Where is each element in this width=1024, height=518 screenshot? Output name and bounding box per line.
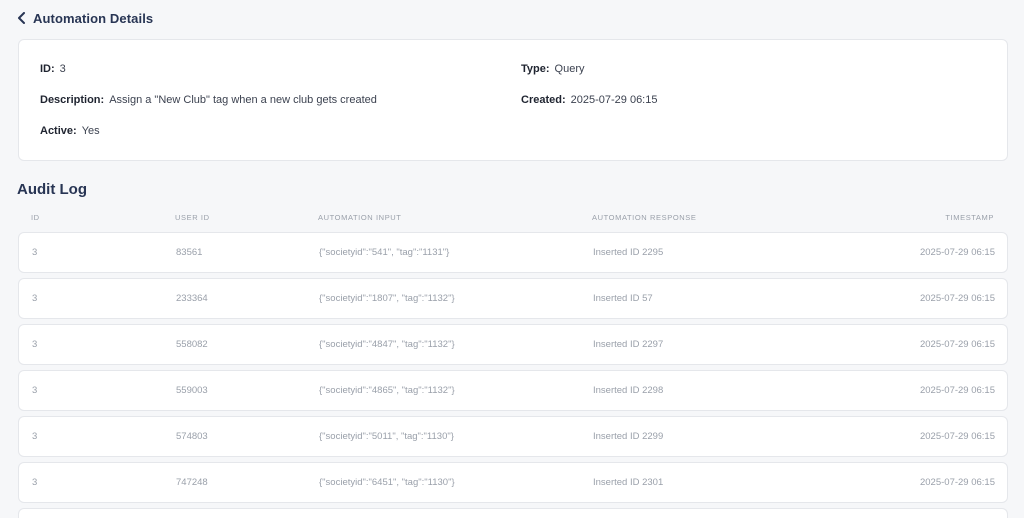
audit-log-row[interactable]: 3 83561 {"societyid":"541", "tag":"1131"…: [18, 232, 1008, 273]
row-user-id: 558082: [176, 339, 208, 350]
row-id: 3: [32, 247, 38, 258]
audit-log-row-partial[interactable]: [18, 508, 1008, 518]
detail-type-label: Type:: [521, 63, 550, 75]
row-automation-input: {"societyid":"4847", "tag":"1132"}: [319, 339, 455, 350]
row-automation-response: Inserted ID 2301: [593, 477, 664, 488]
detail-description: Description: Assign a "New Club" tag when…: [40, 94, 377, 106]
row-timestamp: 2025-07-29 06:15: [919, 431, 995, 442]
row-automation-input: {"societyid":"541", "tag":"1131"}: [319, 247, 450, 258]
row-automation-response: Inserted ID 2299: [593, 431, 664, 442]
audit-log-row[interactable]: 3 747248 {"societyid":"6451", "tag":"113…: [18, 462, 1008, 503]
row-id: 3: [32, 477, 38, 488]
audit-log-row[interactable]: 3 559003 {"societyid":"4865", "tag":"113…: [18, 370, 1008, 411]
column-header-user-id[interactable]: USER ID: [175, 213, 210, 222]
row-user-id: 747248: [176, 477, 208, 488]
detail-type-value: Query: [554, 63, 585, 75]
automation-details-page: Automation Details ID: 3 Description: Assi…: [0, 0, 1024, 518]
row-timestamp: 2025-07-29 06:15: [919, 293, 995, 304]
audit-log-row[interactable]: 3 558082 {"societyid":"4847", "tag":"113…: [18, 324, 1008, 365]
column-header-automation-response[interactable]: AUTOMATION RESPONSE: [592, 213, 696, 222]
row-id: 3: [32, 293, 38, 304]
page-title: Automation Details: [33, 10, 154, 26]
detail-id: ID: 3: [40, 63, 66, 75]
row-automation-input: {"societyid":"1807", "tag":"1132"}: [319, 293, 455, 304]
detail-description-label: Description:: [40, 94, 105, 106]
row-user-id: 83561: [176, 247, 203, 258]
column-header-timestamp[interactable]: TIMESTAMP: [945, 213, 994, 222]
row-automation-response: Inserted ID 2298: [593, 385, 664, 396]
column-header-id[interactable]: ID: [31, 213, 40, 222]
row-id: 3: [32, 385, 38, 396]
column-header-automation-input[interactable]: AUTOMATION INPUT: [318, 213, 402, 222]
row-user-id: 559003: [176, 385, 208, 396]
row-user-id: 574803: [176, 431, 208, 442]
row-automation-input: {"societyid":"5011", "tag":"1130"}: [319, 431, 454, 442]
row-timestamp: 2025-07-29 06:15: [919, 247, 995, 258]
row-automation-input: {"societyid":"4865", "tag":"1132"}: [319, 385, 455, 396]
row-timestamp: 2025-07-29 06:15: [919, 477, 995, 488]
detail-active-value: Yes: [81, 125, 100, 137]
row-automation-response: Inserted ID 2297: [593, 339, 664, 350]
chevron-left-icon[interactable]: [17, 12, 26, 24]
row-id: 3: [32, 431, 38, 442]
row-automation-response: Inserted ID 57: [593, 293, 653, 304]
row-timestamp: 2025-07-29 06:15: [919, 385, 995, 396]
detail-created-value: 2025-07-29 06:15: [570, 94, 658, 106]
row-id: 3: [32, 339, 38, 350]
detail-created-label: Created:: [521, 94, 566, 106]
audit-log-row[interactable]: 3 574803 {"societyid":"5011", "tag":"113…: [18, 416, 1008, 457]
detail-type: Type: Query: [521, 63, 585, 75]
audit-log-row[interactable]: 3 233364 {"societyid":"1807", "tag":"113…: [18, 278, 1008, 319]
automation-details-card: ID: 3 Description: Assign a "New Club" tag…: [18, 39, 1008, 161]
row-user-id: 233364: [176, 293, 208, 304]
row-automation-response: Inserted ID 2295: [593, 247, 664, 258]
detail-active: Active: Yes: [40, 125, 100, 137]
row-automation-input: {"societyid":"6451", "tag":"1130"}: [319, 477, 455, 488]
detail-created: Created: 2025-07-29 06:15: [521, 94, 657, 106]
detail-description-value: Assign a "New Club" tag when a new club …: [109, 94, 377, 106]
back-link[interactable]: Automation Details: [17, 10, 153, 26]
detail-id-label: ID:: [40, 63, 55, 75]
row-timestamp: 2025-07-29 06:15: [919, 339, 995, 350]
audit-log-title: Audit Log: [17, 181, 87, 198]
detail-active-label: Active:: [40, 125, 77, 137]
detail-id-value: 3: [59, 63, 66, 75]
